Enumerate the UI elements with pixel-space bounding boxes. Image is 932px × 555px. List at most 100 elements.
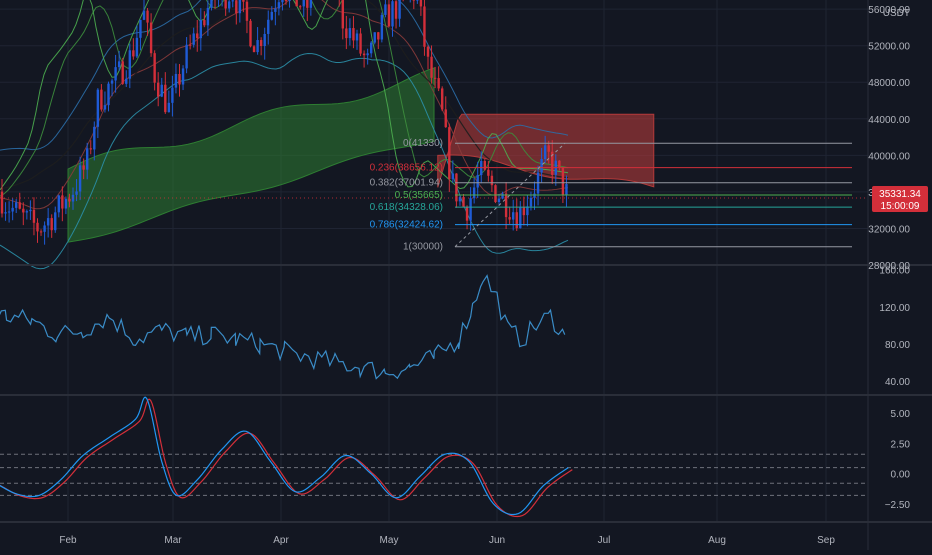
candle-body xyxy=(295,0,297,6)
candle-body xyxy=(516,212,518,228)
candle-body xyxy=(26,211,28,212)
candle-body xyxy=(86,148,88,169)
candle-body xyxy=(122,61,124,83)
candle-body xyxy=(143,11,145,20)
chart-canvas[interactable]: 0(41330)0.236(38656.12)0.382(37001.94)0.… xyxy=(0,0,932,550)
candle-body xyxy=(132,50,134,56)
last-price-badge: 35331.34 15:00:09 xyxy=(872,186,928,212)
candle-body xyxy=(139,20,141,38)
fib-level-label: 0.786(32424.62) xyxy=(370,220,443,231)
candle-body xyxy=(533,194,535,198)
candle-body xyxy=(498,199,500,202)
candle-body xyxy=(175,74,177,88)
time-tick-label: Jun xyxy=(489,535,505,546)
candle-body xyxy=(345,28,347,38)
candle-body xyxy=(395,1,397,19)
candle-body xyxy=(40,231,42,232)
candle-body xyxy=(288,0,290,1)
osc-tick-label: 2.50 xyxy=(891,439,911,450)
candle-body xyxy=(437,78,439,88)
candle-body xyxy=(370,43,372,54)
candle-body xyxy=(384,4,386,15)
candle-body xyxy=(93,127,95,150)
candle-body xyxy=(505,193,507,217)
candle-body xyxy=(150,23,152,54)
candle-body xyxy=(207,8,209,25)
candle-body xyxy=(146,11,148,23)
candle-body xyxy=(200,20,202,38)
candle-body xyxy=(310,0,312,8)
candle-body xyxy=(196,33,198,38)
candle-body xyxy=(47,218,49,225)
price-tick-label: 48000.00 xyxy=(868,78,910,89)
candle-body xyxy=(79,165,81,191)
candle-body xyxy=(484,161,486,170)
candle-body xyxy=(36,223,38,232)
candle-body xyxy=(398,0,400,19)
candle-body xyxy=(363,54,365,56)
price-tick-label: 32000.00 xyxy=(868,224,910,235)
osc-tick-label: 0.00 xyxy=(891,470,911,481)
candle-body xyxy=(562,167,564,195)
candle-body xyxy=(469,198,471,220)
candle-body xyxy=(260,40,262,46)
candle-body xyxy=(264,34,266,46)
candle-body xyxy=(356,33,358,40)
fib-level-label: 0.236(38656.12) xyxy=(370,163,443,174)
candle-body xyxy=(274,8,276,11)
time-tick-label: Jul xyxy=(598,535,611,546)
candle-body xyxy=(157,83,159,97)
candle-body xyxy=(508,217,510,219)
candle-body xyxy=(90,148,92,149)
candle-body xyxy=(114,67,116,80)
candle-body xyxy=(232,0,234,1)
candle-body xyxy=(374,32,376,42)
price-tick-label: 52000.00 xyxy=(868,42,910,53)
chart-window: 0(41330)0.236(38656.12)0.382(37001.94)0.… xyxy=(0,0,932,550)
candle-body xyxy=(185,45,187,69)
candle-body xyxy=(153,53,155,83)
candle-body xyxy=(544,145,546,159)
cci-tick-label: 80.00 xyxy=(885,340,910,351)
candle-body xyxy=(281,0,283,2)
candle-body xyxy=(22,209,24,213)
badge-countdown: 15:00:09 xyxy=(881,201,920,212)
candle-body xyxy=(462,197,464,206)
candle-body xyxy=(256,40,258,52)
candle-body xyxy=(501,193,503,198)
candle-body xyxy=(267,20,269,34)
candle-body xyxy=(4,212,6,213)
candle xyxy=(381,13,383,43)
candle-body xyxy=(565,184,567,195)
candle-body xyxy=(366,53,368,55)
candle-body xyxy=(54,212,56,230)
cci-tick-label: 40.00 xyxy=(885,377,910,388)
fib-level-label: 0.618(34328.06) xyxy=(370,202,443,213)
candle-body xyxy=(278,2,280,8)
candle-body xyxy=(43,225,45,231)
candle-body xyxy=(65,199,67,209)
candle-body xyxy=(29,210,31,211)
fib-level-label: 0(41330) xyxy=(403,138,443,149)
time-tick-label: Mar xyxy=(164,535,182,546)
candle-body xyxy=(427,47,429,57)
candle-body xyxy=(8,212,10,213)
badge-price: 35331.34 xyxy=(879,189,921,200)
candle-body xyxy=(526,206,528,215)
candle-body xyxy=(125,79,127,84)
candle-body xyxy=(107,84,109,106)
candle-body xyxy=(299,6,301,7)
candle-body xyxy=(349,28,351,38)
candle-body xyxy=(111,81,113,84)
candle-body xyxy=(189,45,191,46)
time-tick-label: Apr xyxy=(273,535,289,546)
candle-body xyxy=(466,207,468,221)
candle-body xyxy=(434,78,436,79)
candle-body xyxy=(448,127,450,179)
candle-body xyxy=(224,0,226,8)
candle-body xyxy=(271,12,273,20)
candle-body xyxy=(548,145,550,151)
candle-body xyxy=(430,57,432,78)
candle-body xyxy=(420,0,422,6)
candle-body xyxy=(487,170,489,176)
